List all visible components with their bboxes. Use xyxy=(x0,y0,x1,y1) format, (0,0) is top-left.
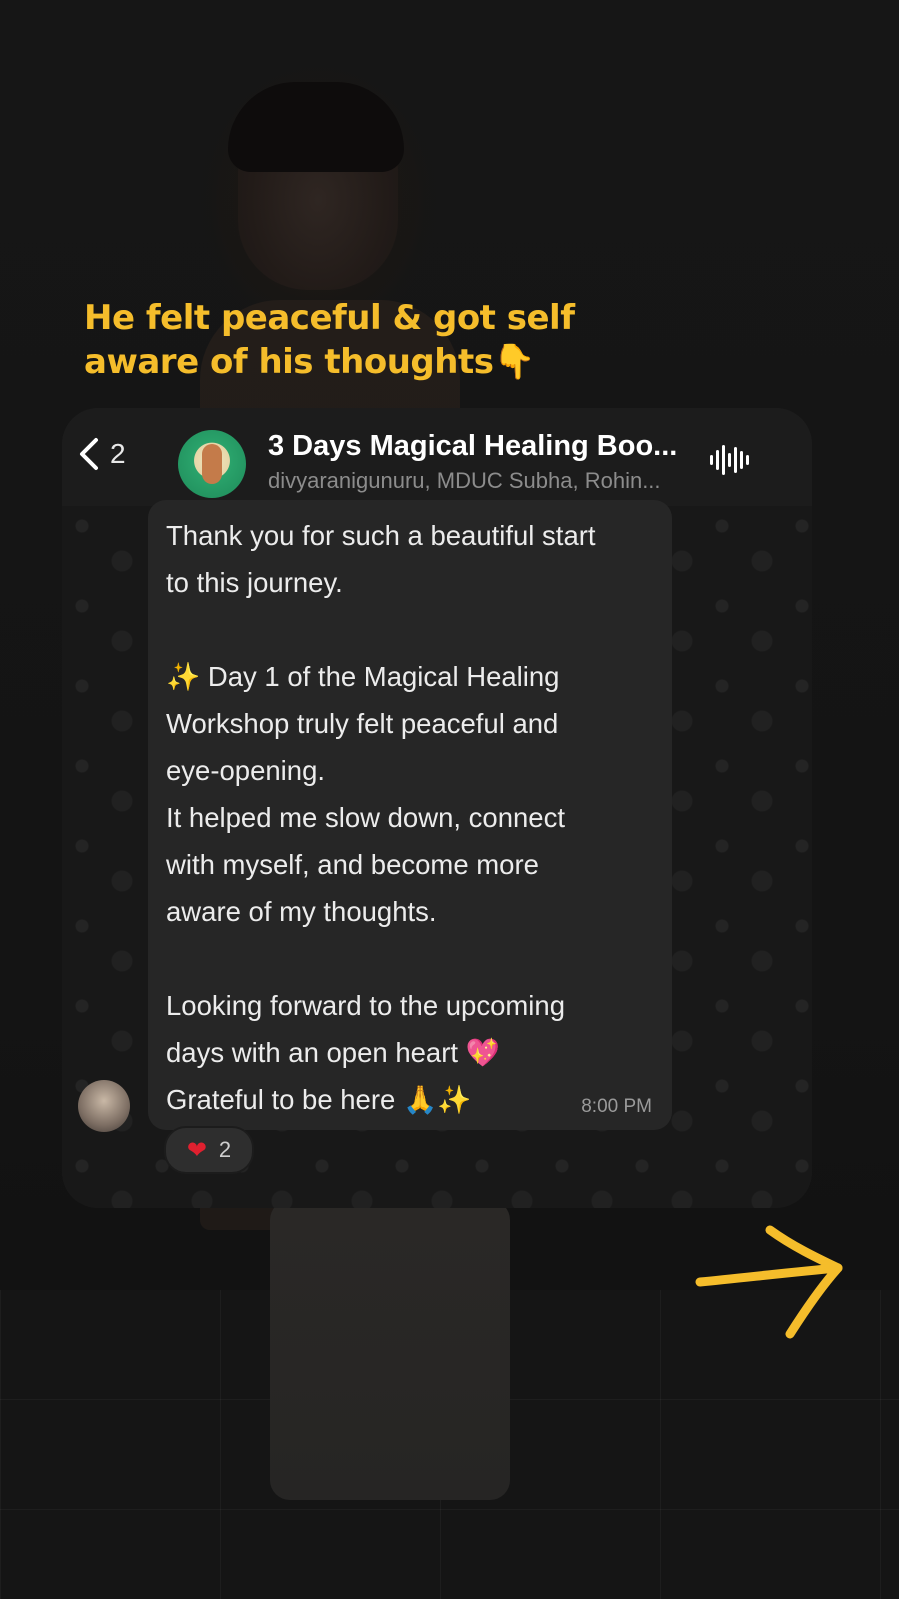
heart-icon: ❤ xyxy=(186,1136,207,1164)
sender-avatar[interactable] xyxy=(78,1080,130,1132)
message-time: 8:00 PM xyxy=(581,1096,652,1117)
arrow-right-icon xyxy=(695,1225,843,1339)
group-members[interactable]: divyaranigunuru, MDUC Subha, Rohin... xyxy=(268,468,661,494)
message-bubble[interactable]: Thank you for such a beautiful start to … xyxy=(148,500,672,1130)
group-name[interactable]: 3 Days Magical Healing Boo... xyxy=(268,430,677,463)
reaction-pill[interactable]: ❤ 2 xyxy=(164,1126,254,1174)
caption-line-1: He felt peaceful & got self xyxy=(84,298,575,338)
person-hair xyxy=(228,82,404,172)
waveform-icon[interactable] xyxy=(710,444,750,476)
caption-line-2: aware of his thoughts👇 xyxy=(84,342,536,382)
unread-count: 2 xyxy=(110,438,126,469)
person-legs xyxy=(270,1200,510,1500)
chevron-left-icon xyxy=(80,438,98,470)
message-text: Thank you for such a beautiful start to … xyxy=(166,520,596,1115)
reaction-count: 2 xyxy=(218,1137,232,1162)
chat-header: 2 3 Days Magical Healing Boo... divyaran… xyxy=(62,408,812,506)
chat-screenshot-card: 2 3 Days Magical Healing Boo... divyaran… xyxy=(62,408,812,1208)
group-avatar[interactable] xyxy=(178,430,246,498)
caption-text: He felt peaceful & got self aware of his… xyxy=(84,296,684,384)
back-button[interactable]: 2 xyxy=(76,436,126,472)
